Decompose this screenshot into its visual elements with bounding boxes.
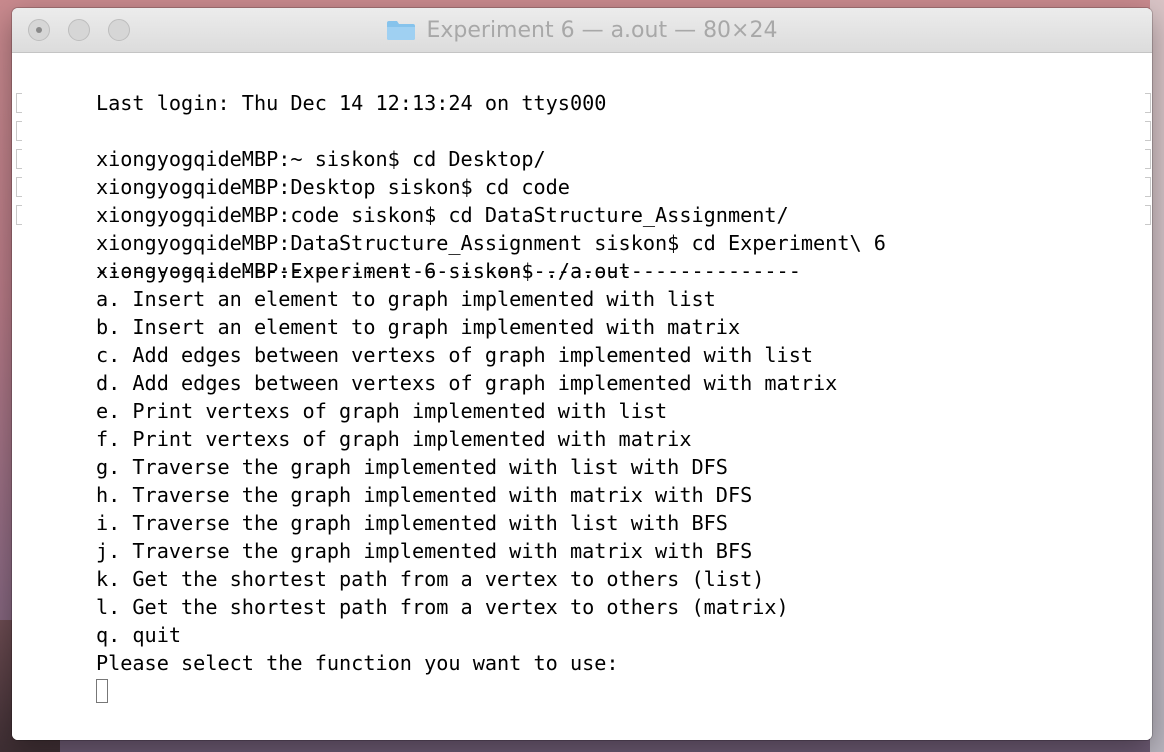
folder-icon [386, 19, 416, 41]
menu-option: e. Print vertexs of graph implemented wi… [23, 369, 1152, 423]
menu-option: a. Insert an element to graph implemente… [23, 257, 1152, 311]
prompt-mark-start [16, 205, 22, 225]
prompt-mark-end [1145, 93, 1151, 113]
menu-option: q. quit [23, 593, 1152, 647]
terminal-line-command: xiongyogqideMBP:Desktop siskon$ cd code [16, 117, 1152, 199]
terminal-content[interactable]: Last login: Thu Dec 14 12:13:24 on ttys0… [12, 53, 1152, 740]
menu-option: g. Traverse the graph implemented with l… [23, 425, 1152, 479]
terminal-line-login: Last login: Thu Dec 14 12:13:24 on ttys0… [23, 61, 1152, 115]
terminal-line-separator: ----------------------------------------… [23, 229, 1152, 283]
prompt-mark-end [1145, 149, 1151, 169]
prompt-mark-start [16, 93, 22, 113]
prompt-mark-start [16, 121, 22, 141]
menu-option: c. Add edges between vertexs of graph im… [23, 313, 1152, 367]
prompt-mark-start [16, 149, 22, 169]
desktop-background-right [1150, 0, 1164, 752]
menu-option: b. Insert an element to graph implemente… [23, 285, 1152, 339]
prompt-mark-end [1145, 205, 1151, 225]
menu-option: l. Get the shortest path from a vertex t… [23, 565, 1152, 619]
title-bar[interactable]: Experiment 6 — a.out — 80×24 [12, 8, 1152, 53]
menu-option: f. Print vertexs of graph implemented wi… [23, 397, 1152, 451]
terminal-input-line[interactable] [23, 649, 1152, 703]
terminal-line-prompt: Please select the function you want to u… [23, 621, 1152, 675]
menu-option: k. Get the shortest path from a vertex t… [23, 537, 1152, 591]
terminal-line-command: xiongyogqideMBP:Experiment 6 siskon$ ./a… [16, 201, 1152, 283]
menu-option: i. Traverse the graph implemented with l… [23, 481, 1152, 535]
menu-option: h. Traverse the graph implemented with m… [23, 453, 1152, 507]
terminal-line-command: xiongyogqideMBP:DataStructure_Assignment… [16, 173, 1152, 255]
window-title: Experiment 6 — a.out — 80×24 [426, 17, 778, 43]
menu-option: d. Add edges between vertexs of graph im… [23, 341, 1152, 395]
text-cursor[interactable] [95, 679, 108, 703]
menu-option: j. Traverse the graph implemented with m… [23, 509, 1152, 563]
prompt-mark-end [1145, 121, 1151, 141]
terminal-line-command: xiongyogqideMBP:~ siskon$ cd Desktop/ [16, 89, 1152, 171]
terminal-line-command: xiongyogqideMBP:code siskon$ cd DataStru… [16, 145, 1152, 227]
prompt-mark-end [1145, 177, 1151, 197]
terminal-window: Experiment 6 — a.out — 80×24 Last login:… [12, 8, 1152, 740]
prompt-mark-start [16, 177, 22, 197]
title-group: Experiment 6 — a.out — 80×24 [12, 8, 1152, 52]
